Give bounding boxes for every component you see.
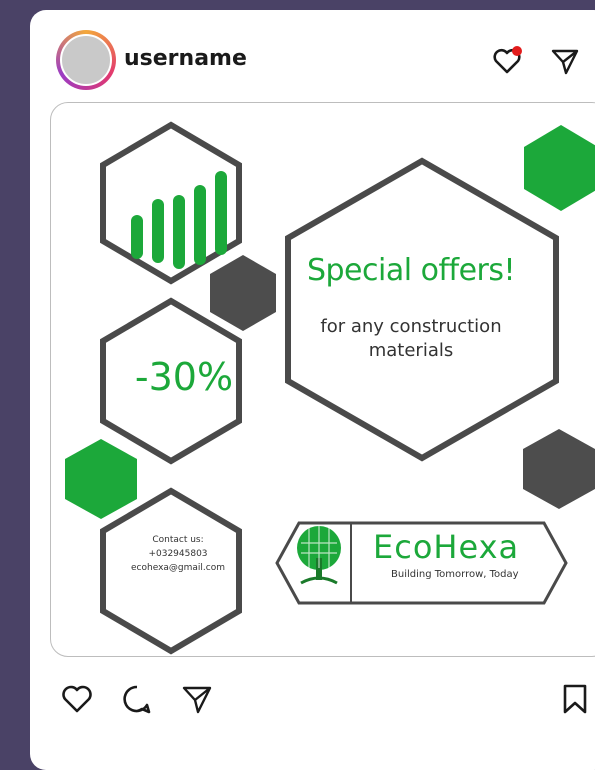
post-image[interactable]: Special offers! for any construction mat… bbox=[50, 102, 595, 657]
send-icon[interactable] bbox=[550, 46, 580, 76]
contact-email: ecohexa@gmail.com bbox=[131, 563, 225, 573]
dark-hexagon-right bbox=[523, 429, 595, 509]
bar-4 bbox=[194, 185, 206, 265]
username-label[interactable]: username bbox=[124, 46, 247, 71]
offer-hexagon bbox=[285, 157, 559, 462]
heart-icon[interactable] bbox=[492, 46, 522, 76]
offer-subline: for any construction materials bbox=[320, 316, 502, 361]
like-heart-icon[interactable] bbox=[60, 682, 94, 716]
avatar bbox=[60, 34, 112, 86]
notification-dot bbox=[512, 46, 522, 56]
contact-label: Contact us: bbox=[152, 535, 204, 545]
bar-3 bbox=[173, 195, 185, 269]
comment-icon[interactable] bbox=[120, 682, 154, 716]
brand-name: EcoHexa bbox=[373, 528, 520, 566]
discount-label: -30% bbox=[134, 355, 234, 399]
bar-5 bbox=[215, 171, 227, 255]
brand-tagline: Building Tomorrow, Today bbox=[391, 569, 519, 580]
contact-phone: +032945803 bbox=[148, 549, 208, 559]
avatar-story-ring[interactable] bbox=[56, 30, 116, 90]
bar-1 bbox=[131, 215, 143, 259]
post-card: username Special offers! for any constru… bbox=[30, 10, 595, 770]
post-header: username bbox=[30, 10, 595, 105]
share-send-icon[interactable] bbox=[180, 682, 214, 716]
green-hexagon-left bbox=[65, 439, 137, 519]
offer-headline: Special offers! bbox=[306, 253, 516, 288]
dark-hexagon-small bbox=[210, 255, 276, 331]
bar-2 bbox=[152, 199, 164, 263]
green-hexagon-top bbox=[524, 125, 595, 211]
contact-info: Contact us: +032945803 ecohexa@gmail.com bbox=[93, 533, 263, 575]
bookmark-icon[interactable] bbox=[560, 682, 590, 716]
action-bar bbox=[30, 670, 595, 730]
